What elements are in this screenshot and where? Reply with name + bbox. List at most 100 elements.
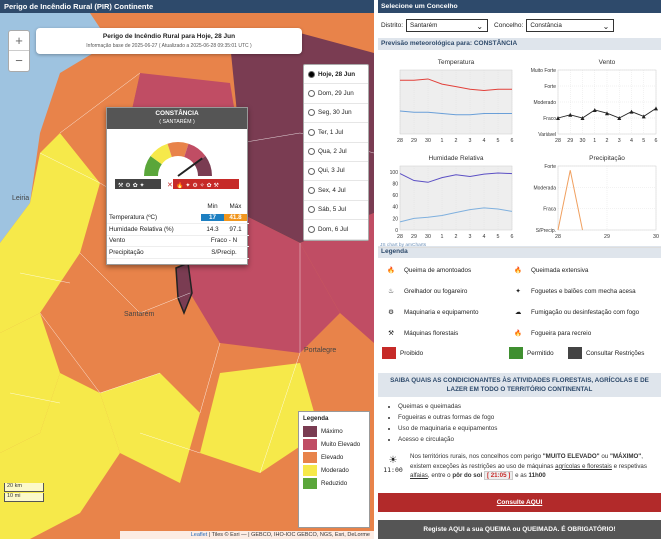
legend-item: Máximo <box>303 425 365 438</box>
radio-icon[interactable] <box>308 225 315 233</box>
info-item[interactable]: Acesso e circulação <box>398 434 661 445</box>
day-option[interactable]: Hoje, 28 Jun <box>304 65 368 85</box>
zoom-in-button[interactable]: + <box>9 31 29 51</box>
y-tick-label: Fraco <box>543 116 556 122</box>
chart-3: Precipitação 28 29 30 Forte Moderada Fraca S/Pr… <box>533 155 659 240</box>
x-tick-label: 2 <box>455 138 458 144</box>
concelho-popup: CONSTÂNCIA ( SANTARÉM ) ✕ ⚒ ⚙ ✿ ✦ 🔥 ✦ ⚙ ✧… <box>106 107 249 265</box>
x-tick-label: 1 <box>441 234 444 240</box>
day-option[interactable]: Dom, 29 Jun <box>304 84 368 104</box>
fumigation-icon: ☁ <box>514 308 522 316</box>
popup-header: CONSTÂNCIA ( SANTARÉM ) <box>107 108 247 129</box>
x-tick-label: 4 <box>483 138 486 144</box>
x-tick-label: 2 <box>606 138 609 144</box>
radio-icon[interactable] <box>308 167 315 175</box>
register-burn-button[interactable]: Registe AQUI a sua QUEIMA ou QUEIMADA. É… <box>378 520 661 539</box>
zoom-out-button[interactable]: − <box>9 51 29 71</box>
distrito-select[interactable]: Santarém ⌄ <box>406 19 489 32</box>
radio-icon[interactable] <box>308 109 315 117</box>
y-tick-label: 60 <box>392 193 398 199</box>
popup-title: CONSTÂNCIA <box>155 110 199 117</box>
concelho-panel-header: Selecione um Concelho <box>378 0 661 13</box>
chart-title: Vento <box>599 59 616 66</box>
chart-title: Precipitação <box>589 155 625 162</box>
rocket-icon: ✦ <box>515 287 521 295</box>
concelho-label: Concelho: <box>494 22 524 29</box>
day-option[interactable]: Sex, 4 Jul <box>304 181 368 201</box>
link-agricolas[interactable]: agrícolas e florestais <box>555 463 612 470</box>
info-item[interactable]: Fogueiras e outras formas de fogo <box>398 412 661 423</box>
svg-text:🔥 ✦ ⚙ ✧ ✿ ⚒: 🔥 ✦ ⚙ ✧ ✿ ⚒ <box>176 181 219 189</box>
forecast-charts-svg: Temperatura28 29 30 1 2 3 4 5 6Vento28 29 30 1 2 3 4 5 6… <box>380 59 659 248</box>
y-tick-label: Variável <box>538 132 556 138</box>
consult-button[interactable]: Consulte AQUI <box>378 493 661 512</box>
x-tick-label: 30 <box>580 138 586 144</box>
legend-item: Muito Elevado <box>303 438 365 451</box>
x-tick-label: 1 <box>593 138 596 144</box>
day-option[interactable]: Qui, 3 Jul <box>304 162 368 182</box>
x-tick-label: 28 <box>397 234 403 240</box>
x-tick-label: 30 <box>425 234 431 240</box>
map-title-box: Perigo de Incêndio Rural para Hoje, 28 J… <box>36 28 302 54</box>
zoom-control: + − <box>8 30 30 72</box>
map-scale: 20 km 10 mi <box>4 483 44 503</box>
info-list: Queimas e queimadas Fogueiras e outras f… <box>378 401 661 445</box>
map-subtitle: Informação base de 2025-06-27 ( Atualiza… <box>86 43 252 49</box>
y-tick-label: 100 <box>390 170 399 176</box>
x-tick-label: 6 <box>655 138 658 144</box>
map-panel: Perigo de Incêndio Rural (PIR) Continent… <box>0 0 374 539</box>
legend-queimada-extensiva: 🔥 Queimada extensiva <box>511 264 588 276</box>
y-tick-label: 0 <box>395 228 398 234</box>
radio-icon[interactable] <box>308 206 315 214</box>
scale-km: 20 km <box>4 483 44 492</box>
chevron-down-icon: ⌄ <box>476 22 484 31</box>
radio-icon[interactable] <box>308 187 315 195</box>
day-option[interactable]: Sáb, 5 Jul <box>304 201 368 221</box>
fire-risk-map[interactable]: Leiria Santarém Portalegre + − Perigo de… <box>0 13 374 539</box>
x-tick-label: 29 <box>604 234 610 240</box>
row-precipitacao: Precipitação S/Precip. <box>107 247 249 259</box>
chart-2: Humidade Relativa28 29 30 1 2 3 4 5 602040608010… <box>390 155 514 240</box>
link-alfaias[interactable]: alfaias <box>410 472 428 479</box>
radio-icon[interactable] <box>308 128 315 136</box>
legend-swatch <box>303 426 317 437</box>
status-proibido: Proibido <box>382 347 423 359</box>
y-tick-label: Moderado <box>533 100 556 106</box>
tractor-icon: ⚙ <box>388 308 394 316</box>
status-swatch-permitido <box>509 347 523 359</box>
selectors-row: Distrito: Santarém ⌄ Concelho: Constância… <box>378 13 661 38</box>
legend-swatch <box>303 478 317 489</box>
chart-0: Temperatura 28 29 30 1 2 3 4 5 6 <box>397 59 513 144</box>
distrito-label: Distrito: <box>381 22 404 29</box>
radio-icon[interactable] <box>308 148 315 156</box>
x-tick-label: 28 <box>397 138 403 144</box>
map-panel-header: Perigo de Incêndio Rural (PIR) Continent… <box>0 0 374 13</box>
leaflet-link[interactable]: Leaflet <box>191 532 208 538</box>
map-title: Perigo de Incêndio Rural para Hoje, 28 J… <box>102 33 236 40</box>
day-option[interactable]: Seg, 30 Jun <box>304 104 368 124</box>
concelho-select[interactable]: Constância ⌄ <box>526 19 615 32</box>
x-tick-label: 5 <box>497 234 500 240</box>
day-option[interactable]: Dom, 6 Jul <box>304 220 368 240</box>
x-tick-label: 4 <box>483 234 486 240</box>
x-tick-label: 1 <box>441 138 444 144</box>
x-tick-label: 3 <box>469 234 472 240</box>
legend-swatch <box>303 452 317 463</box>
y-tick-label: 40 <box>392 205 398 211</box>
amcharts-credit: JS chart by amCharts <box>380 242 427 248</box>
radio-icon[interactable] <box>308 90 315 98</box>
x-tick-label: 30 <box>653 234 659 240</box>
sunset-clock-icon: ☀ 11:00 <box>383 455 403 475</box>
x-tick-label: 5 <box>642 138 645 144</box>
y-tick-label: Forte <box>544 164 556 170</box>
info-item[interactable]: Queimas e queimadas <box>398 401 661 412</box>
x-tick-label: 3 <box>618 138 621 144</box>
day-option[interactable]: Qua, 2 Jul <box>304 143 368 162</box>
radio-icon[interactable] <box>308 70 315 78</box>
day-option[interactable]: Ter, 1 Jul <box>304 123 368 143</box>
x-tick-label: 6 <box>511 138 514 144</box>
y-tick-label: Moderada <box>533 185 556 191</box>
label-portalegre: Portalegre <box>304 347 336 354</box>
y-tick-label: 20 <box>392 216 398 222</box>
info-item[interactable]: Uso de maquinaria e equipamentos <box>398 423 661 434</box>
